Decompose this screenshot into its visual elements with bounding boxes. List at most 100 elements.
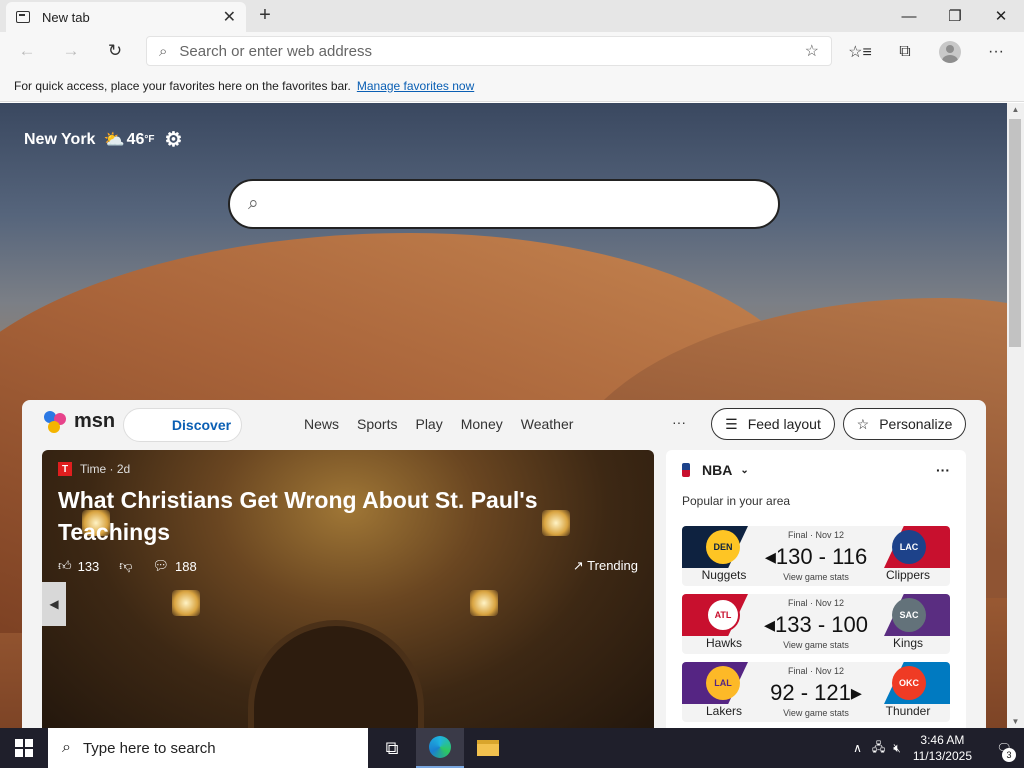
notification-center-button[interactable]: 🗨︎ 3 [984,728,1024,768]
personalize-button[interactable]: ☆ Personalize [843,408,966,440]
hero-article-card[interactable]: T Time · 2d What Christians Get Wrong Ab… [42,450,654,728]
new-tab-page: New York ⛅ 46 °F ⚙ ⌕ msn Discover News Sp… [0,103,1007,728]
chevron-up-icon[interactable]: ∧ [853,741,862,755]
clock[interactable]: 3:46 AM 11/13/2025 [913,732,972,764]
new-tab-button[interactable]: + [254,4,276,27]
league-selector[interactable]: NBA [702,462,732,478]
msn-logo[interactable]: msn [44,410,115,433]
team-name: Hawks [705,636,742,650]
file-explorer-icon[interactable] [464,728,512,768]
sparkle-star-icon: ☆ [856,415,870,432]
article-source: T Time · 2d [58,462,130,476]
game-card[interactable]: ATL SAC Final · Nov 12 ◂133 - 100 View g… [682,594,950,654]
address-input[interactable] [179,42,805,60]
sports-card: NBA ⌄ ··· Popular in your area DEN LAC F… [666,450,966,728]
thumbs-down-icon[interactable]: 👎︎ [119,558,132,574]
like-count: 133 [77,558,100,574]
clock-date: 11/13/2025 [912,749,972,763]
collections-icon[interactable]: ⧉ [890,38,920,66]
start-button[interactable] [0,728,48,768]
minimize-button[interactable]: — [886,0,932,32]
windows-logo-icon [15,739,33,757]
profile-button[interactable] [935,38,965,66]
settings-menu-button[interactable]: ··· [981,38,1011,66]
time-logo-icon: T [58,462,72,476]
feed-layout-button[interactable]: ☰ Feed layout [711,408,835,440]
tab-title: New tab [42,9,90,25]
game-card[interactable]: LAL OKC Final · Nov 12 92 - 121▸ View ga… [682,662,950,722]
search-icon: ⌕ [159,42,168,60]
scrollbar-thumb[interactable] [1009,119,1021,347]
sports-header: NBA ⌄ ··· [682,462,950,478]
game-score: ◂133 - 100 [763,612,868,637]
weather-city: New York [24,130,96,148]
msn-nav: News Sports Play Money Weather [304,416,573,432]
chevron-down-icon[interactable]: ⌄ [740,465,748,476]
game-score: ◂130 - 116 [764,544,868,569]
windows-taskbar: ⌕ Type here to search ⧉ ∧ 🖧︎ 🔇︎ 3:46 AM … [0,728,1024,768]
nav-sports[interactable]: Sports [357,416,397,432]
comment-count: 188 [175,558,197,574]
search-icon: ⌕ [62,739,71,756]
sports-more-button[interactable]: ··· [936,462,950,478]
tab-close-button[interactable]: ✕ [223,7,236,27]
back-button[interactable]: ← [10,36,44,66]
avatar [939,41,961,63]
partly-cloudy-icon: ⛅ [103,129,125,149]
clock-time: 3:46 AM [920,733,965,747]
edge-browser-icon[interactable] [416,728,464,768]
nav-weather[interactable]: Weather [521,416,574,432]
favorites-icon[interactable]: ☆≡ [845,38,875,66]
nav-more-button[interactable]: ··· [672,414,686,430]
volume-muted-icon[interactable]: 🔇︎ [893,741,901,756]
lamp-decoration [172,590,200,616]
weather-unit: °F [144,134,155,145]
msn-feed-panel: msn Discover News Sports Play Money Weat… [22,400,986,728]
taskbar-search-placeholder: Type here to search [82,739,216,757]
team-name: Lakers [705,704,743,718]
game-card[interactable]: DEN LAC Final · Nov 12 ◂130 - 116 View g… [682,526,950,586]
add-favorite-star-icon[interactable]: ☆ [805,41,819,61]
sliders-icon: ☰ [725,415,738,432]
forward-button[interactable]: → [54,36,88,66]
trending-arrow-icon: ↗ [572,558,584,573]
game-score: 92 - 121▸ [770,680,862,705]
gear-icon[interactable]: ⚙ [165,127,183,152]
tab-strip: New tab ✕ + — ❐ ✕ [0,0,1024,32]
tab-page-icon [16,11,30,23]
carousel-prev-button[interactable]: ◀ [42,582,66,626]
msn-butterfly-icon [44,410,70,433]
manage-favorites-link[interactable]: Manage favorites now [357,79,474,93]
nav-money[interactable]: Money [461,416,503,432]
notification-count: 3 [1002,748,1016,762]
tab-discover[interactable]: Discover [123,408,242,442]
web-search-input[interactable] [270,195,778,213]
comment-icon[interactable]: 💬︎ [153,558,170,574]
system-tray: ∧ 🖧︎ 🔇︎ 3:46 AM 11/13/2025 🗨︎ 3 [853,728,1024,768]
article-title[interactable]: What Christians Get Wrong About St. Paul… [58,484,578,548]
favorites-bar: For quick access, place your favorites h… [0,70,1024,102]
tab-new-tab[interactable]: New tab ✕ [6,2,246,32]
maximize-button[interactable]: ❐ [932,0,978,32]
team-name: Nuggets [701,568,747,582]
thumbs-up-icon[interactable]: 👍︎ [58,558,72,574]
search-icon: ⌕ [248,193,259,214]
article-actions: 👍︎ 133 👎︎ 💬︎ 188 [58,558,203,574]
scroll-up-arrow-icon[interactable]: ▲ [1007,105,1024,114]
web-search-box[interactable]: ⌕ [228,179,780,229]
lamp-decoration [470,590,498,616]
altar-arch [248,620,424,728]
taskbar-search-box[interactable]: ⌕ Type here to search [48,728,368,768]
game-status: Final · Nov 12 [787,598,845,608]
weather-widget[interactable]: New York ⛅ 46 °F ⚙ [24,127,182,152]
nav-play[interactable]: Play [415,416,442,432]
page-scrollbar[interactable]: ▲ ▼ [1007,103,1024,728]
task-view-icon[interactable]: ⧉ [368,728,416,768]
scroll-down-arrow-icon[interactable]: ▼ [1007,717,1024,726]
close-window-button[interactable]: ✕ [978,0,1024,32]
network-icon[interactable]: 🖧︎ [872,738,885,759]
nav-news[interactable]: News [304,416,339,432]
address-bar[interactable]: ⌕ ☆ [146,36,832,66]
refresh-button[interactable]: ↻ [98,36,132,66]
nba-logo-icon [682,463,690,477]
